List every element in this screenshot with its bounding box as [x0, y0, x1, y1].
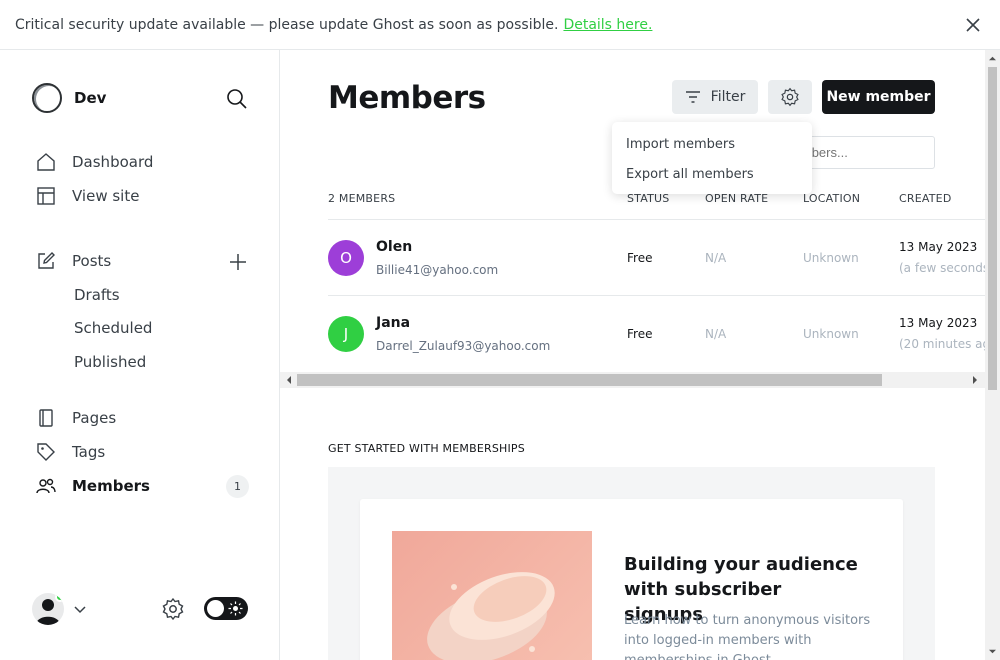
- scrollbar-thumb[interactable]: [988, 67, 997, 390]
- sidebar-item-drafts[interactable]: Drafts: [74, 286, 120, 304]
- filter-button[interactable]: Filter: [672, 80, 758, 114]
- table-row[interactable]: O Olen Billie41@yahoo.com Free N/A Unkno…: [328, 220, 985, 296]
- get-started-card[interactable]: Building your audience with subscriber s…: [360, 499, 903, 660]
- sidebar-item-pages[interactable]: Pages: [36, 408, 116, 428]
- sidebar-item-posts[interactable]: Posts: [36, 251, 111, 271]
- settings-gear-icon[interactable]: [161, 597, 185, 621]
- banner-message: Critical security update available — ple…: [15, 16, 559, 33]
- sidebar: Dev Dashboard View site Posts Drafts Sch…: [0, 50, 280, 660]
- scrollbar-thumb[interactable]: [297, 374, 882, 386]
- card-image[interactable]: [392, 531, 592, 660]
- member-status: Free: [627, 251, 653, 265]
- get-started-heading: GET STARTED WITH MEMBERSHIPS: [328, 442, 525, 455]
- get-started-panel: Building your audience with subscriber s…: [328, 467, 935, 660]
- members-icon: [36, 478, 56, 494]
- sidebar-item-view-site[interactable]: View site: [36, 186, 139, 206]
- new-member-button[interactable]: New member: [822, 80, 935, 114]
- scroll-down-icon[interactable]: [989, 648, 996, 655]
- sidebar-item-label: Tags: [72, 443, 106, 461]
- member-location: Unknown: [803, 251, 859, 265]
- member-created-relative: (20 minutes ago): [899, 337, 985, 351]
- members-count-header: 2 MEMBERS: [328, 192, 396, 205]
- member-open-rate: N/A: [705, 327, 727, 341]
- column-header-created[interactable]: CREATED: [899, 192, 952, 205]
- sidebar-item-label: Posts: [72, 252, 112, 270]
- toggle-knob: [207, 600, 224, 617]
- gear-icon: [781, 87, 799, 107]
- table-row[interactable]: J Jana Darrel_Zulauf93@yahoo.com Free N/…: [328, 296, 985, 372]
- layout-icon: [37, 187, 55, 205]
- site-logo-icon: [32, 83, 62, 113]
- sidebar-item-tags[interactable]: Tags: [36, 442, 105, 462]
- member-avatar: O: [328, 240, 364, 276]
- members-settings-button[interactable]: [768, 80, 812, 114]
- member-created: 13 May 2023: [899, 316, 978, 330]
- scroll-left-icon[interactable]: [285, 376, 293, 384]
- member-status: Free: [627, 327, 653, 341]
- filter-label: Filter: [710, 89, 746, 105]
- chevron-down-icon[interactable]: [72, 601, 88, 617]
- member-location: Unknown: [803, 327, 859, 341]
- online-status-dot: [55, 593, 64, 602]
- user-avatar[interactable]: [32, 593, 64, 625]
- member-open-rate: N/A: [705, 251, 727, 265]
- scroll-right-icon[interactable]: [971, 376, 979, 384]
- member-created: 13 May 2023: [899, 240, 978, 254]
- member-created-relative: (a few seconds ago): [899, 261, 985, 275]
- sidebar-item-scheduled[interactable]: Scheduled: [74, 319, 152, 337]
- sidebar-item-label: Members: [72, 477, 150, 495]
- home-icon: [37, 153, 55, 171]
- actions-dropdown: Import members Export all members: [612, 122, 812, 194]
- sidebar-item-label: Dashboard: [72, 153, 154, 171]
- member-name: Jana: [376, 315, 411, 331]
- page-title: Members: [328, 80, 486, 116]
- sidebar-item-label: View site: [72, 187, 140, 205]
- card-description: Learn how to turn anonymous visitors int…: [624, 613, 871, 660]
- members-count-badge: 1: [226, 475, 249, 498]
- site-name: Dev: [74, 89, 107, 107]
- abstract-shapes-illustration: [427, 572, 555, 660]
- search-icon[interactable]: [226, 88, 248, 110]
- tag-icon: [37, 443, 55, 461]
- import-members-item[interactable]: Import members: [612, 130, 812, 160]
- sidebar-item-members[interactable]: Members: [36, 476, 150, 496]
- member-name: Olen: [376, 239, 413, 255]
- scroll-up-icon[interactable]: [989, 55, 996, 62]
- vertical-scrollbar[interactable]: [985, 50, 1000, 660]
- add-post-icon[interactable]: [228, 252, 248, 272]
- dark-mode-toggle[interactable]: [204, 597, 248, 620]
- close-icon[interactable]: [964, 16, 982, 34]
- site-brand[interactable]: Dev: [32, 83, 106, 113]
- member-avatar: J: [328, 316, 364, 352]
- column-header-location[interactable]: LOCATION: [803, 192, 860, 205]
- update-banner: Critical security update available — ple…: [0, 0, 1000, 50]
- filter-icon: [685, 91, 700, 103]
- sun-icon: [228, 601, 243, 616]
- page-icon: [39, 409, 53, 427]
- sidebar-item-dashboard[interactable]: Dashboard: [36, 152, 153, 172]
- main-content: Members Filter New member Import members…: [280, 50, 985, 660]
- sidebar-item-published[interactable]: Published: [74, 353, 146, 371]
- export-members-item[interactable]: Export all members: [612, 160, 812, 190]
- member-email: Billie41@yahoo.com: [376, 263, 499, 277]
- sidebar-item-label: Pages: [72, 409, 117, 427]
- horizontal-scrollbar[interactable]: [280, 372, 985, 388]
- member-email: Darrel_Zulauf93@yahoo.com: [376, 339, 551, 353]
- edit-icon: [38, 252, 55, 269]
- banner-details-link[interactable]: Details here.: [563, 17, 652, 33]
